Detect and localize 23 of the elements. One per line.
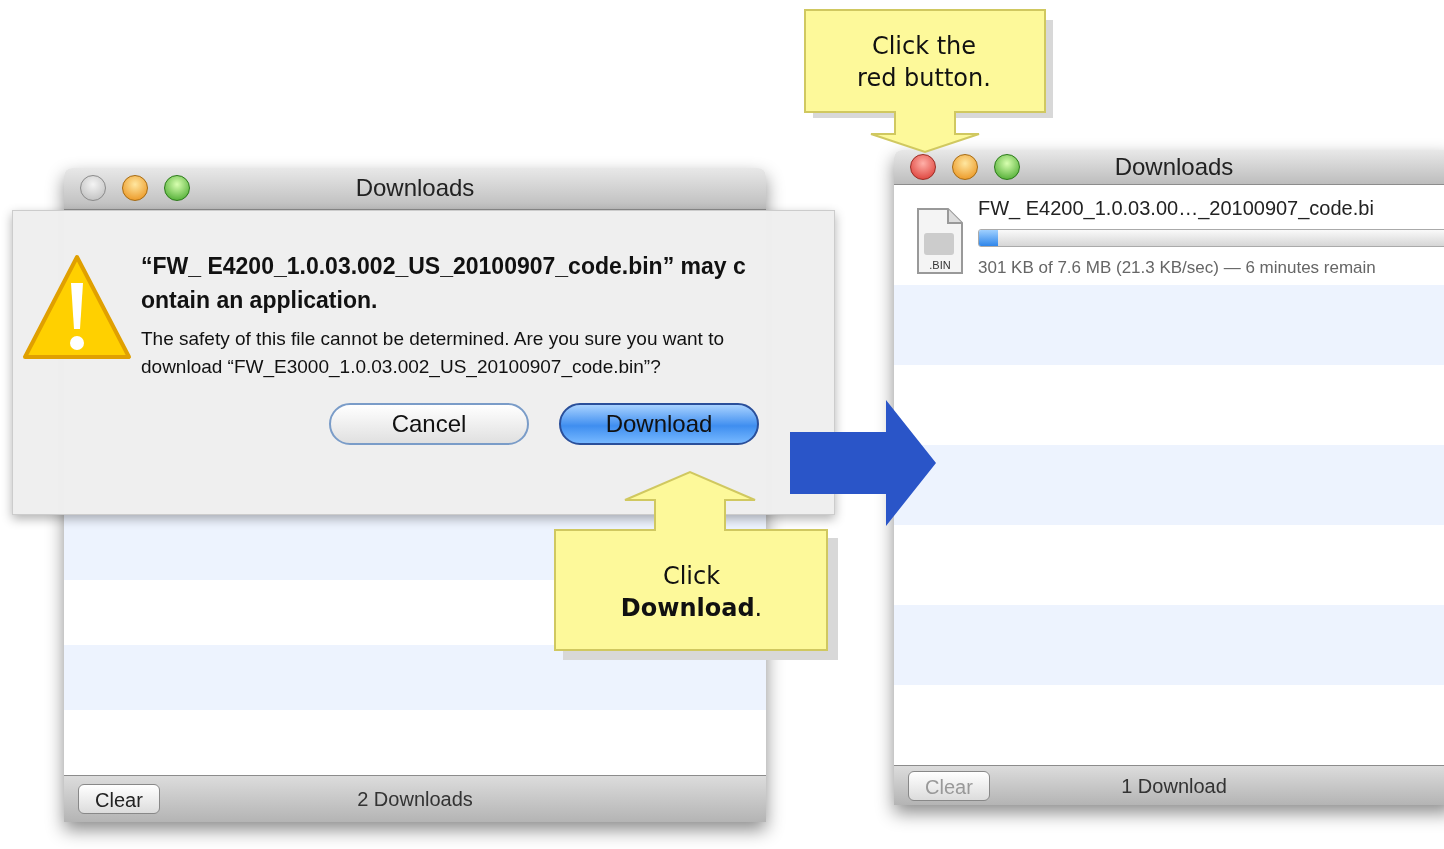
minimize-button[interactable] — [122, 175, 148, 202]
cancel-button[interactable]: Cancel — [329, 403, 529, 445]
zoom-button[interactable] — [164, 175, 190, 202]
alert-message: The safety of this file cannot be determined. Are you sure you want to download “FW_E3000_1.0.03.002_US_20100907_code.bin”? — [141, 327, 725, 380]
clear-button[interactable]: Clear — [78, 783, 160, 814]
download-button[interactable]: Download — [559, 403, 759, 445]
arrow-icon — [790, 400, 936, 526]
window-title: Downloads — [355, 173, 475, 204]
file-icon: .BIN — [914, 207, 966, 277]
callout-text: Download. — [620, 593, 763, 624]
callout-text: Click the — [871, 31, 977, 62]
window-title: Downloads — [1114, 152, 1234, 182]
callout-text: red button. — [857, 63, 991, 94]
download-count: 2 Downloads — [357, 786, 473, 812]
alert-title: “FW_ E4200_1.0.03.002_US_20100907_code.bin” may contain an application. — [141, 252, 747, 315]
close-button[interactable] — [80, 175, 106, 202]
close-button[interactable] — [910, 154, 936, 180]
callout-text: Click — [662, 561, 721, 592]
download-status: 301 KB of 7.6 MB (21.3 KB/sec) — 6 minutes remain — [978, 257, 1377, 279]
file-name: FW_ E4200_1.0.03.00…_20100907_code.bi — [978, 196, 1375, 222]
download-count: 1 Download — [1121, 773, 1227, 799]
minimize-button[interactable] — [952, 154, 978, 180]
zoom-button[interactable] — [994, 154, 1020, 180]
